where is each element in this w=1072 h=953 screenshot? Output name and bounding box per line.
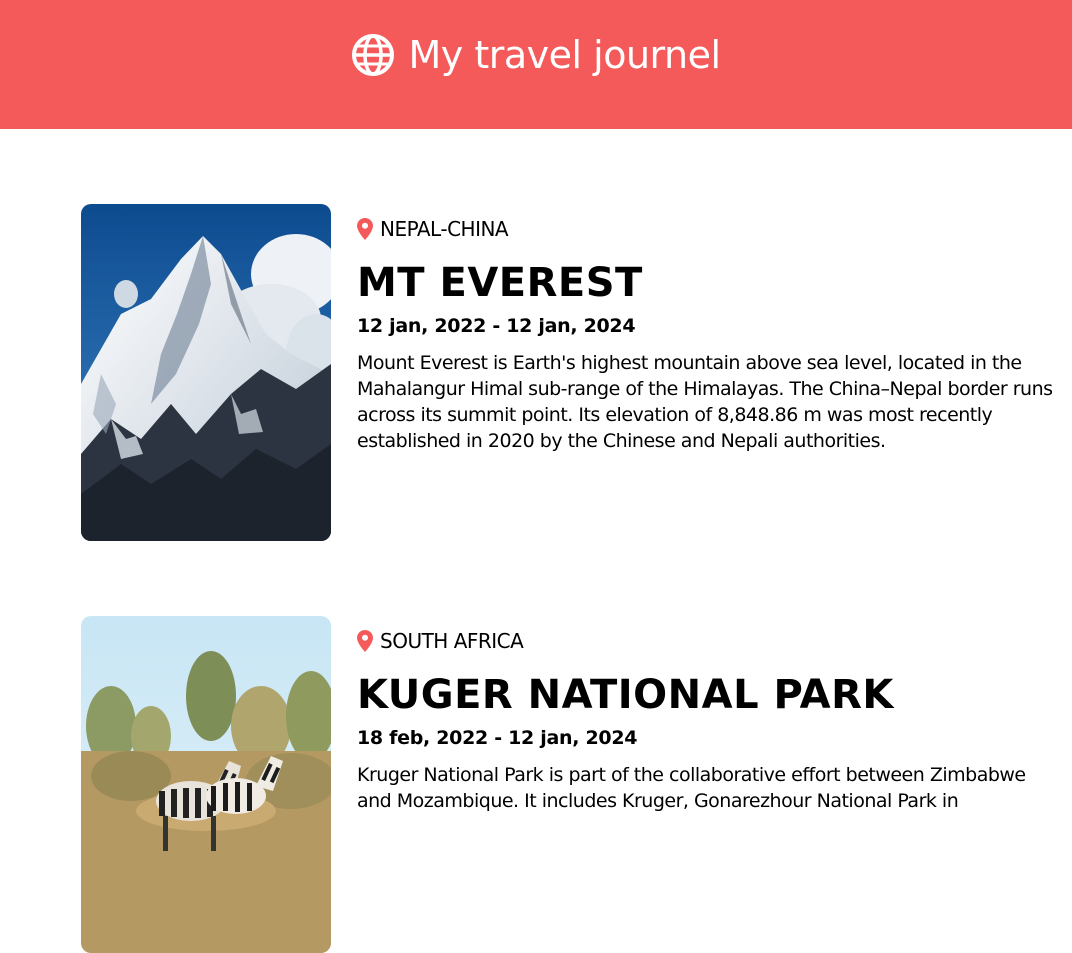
map-pin-icon <box>357 630 373 652</box>
place-description: Kruger National Park is part of the coll… <box>357 764 1026 812</box>
app-header: My travel journel <box>0 0 1072 129</box>
place-description: Mount Everest is Earth's highest mountai… <box>357 352 1053 452</box>
location-label: SOUTH AFRICA <box>380 629 524 653</box>
entry-details: NEPAL-CHINA MT EVEREST 12 jan, 2022 - 12… <box>357 216 1057 454</box>
location-row: NEPAL-CHINA <box>357 216 1057 242</box>
entry-photo <box>81 204 331 541</box>
place-title: MT EVEREST <box>357 260 643 306</box>
globe-icon <box>352 34 395 76</box>
entry-details: SOUTH AFRICA KUGER NATIONAL PARK 18 feb,… <box>357 628 1057 814</box>
location-label: NEPAL-CHINA <box>380 217 509 241</box>
app-title: My travel journel <box>408 33 721 77</box>
place-title: KUGER NATIONAL PARK <box>357 672 894 718</box>
map-pin-icon <box>357 218 373 240</box>
entry-photo <box>81 616 331 953</box>
header-content: My travel journel <box>351 33 721 77</box>
trip-dates: 12 jan, 2022 - 12 jan, 2024 <box>357 315 636 337</box>
trip-dates: 18 feb, 2022 - 12 jan, 2024 <box>357 727 638 749</box>
location-row: SOUTH AFRICA <box>357 628 1057 654</box>
